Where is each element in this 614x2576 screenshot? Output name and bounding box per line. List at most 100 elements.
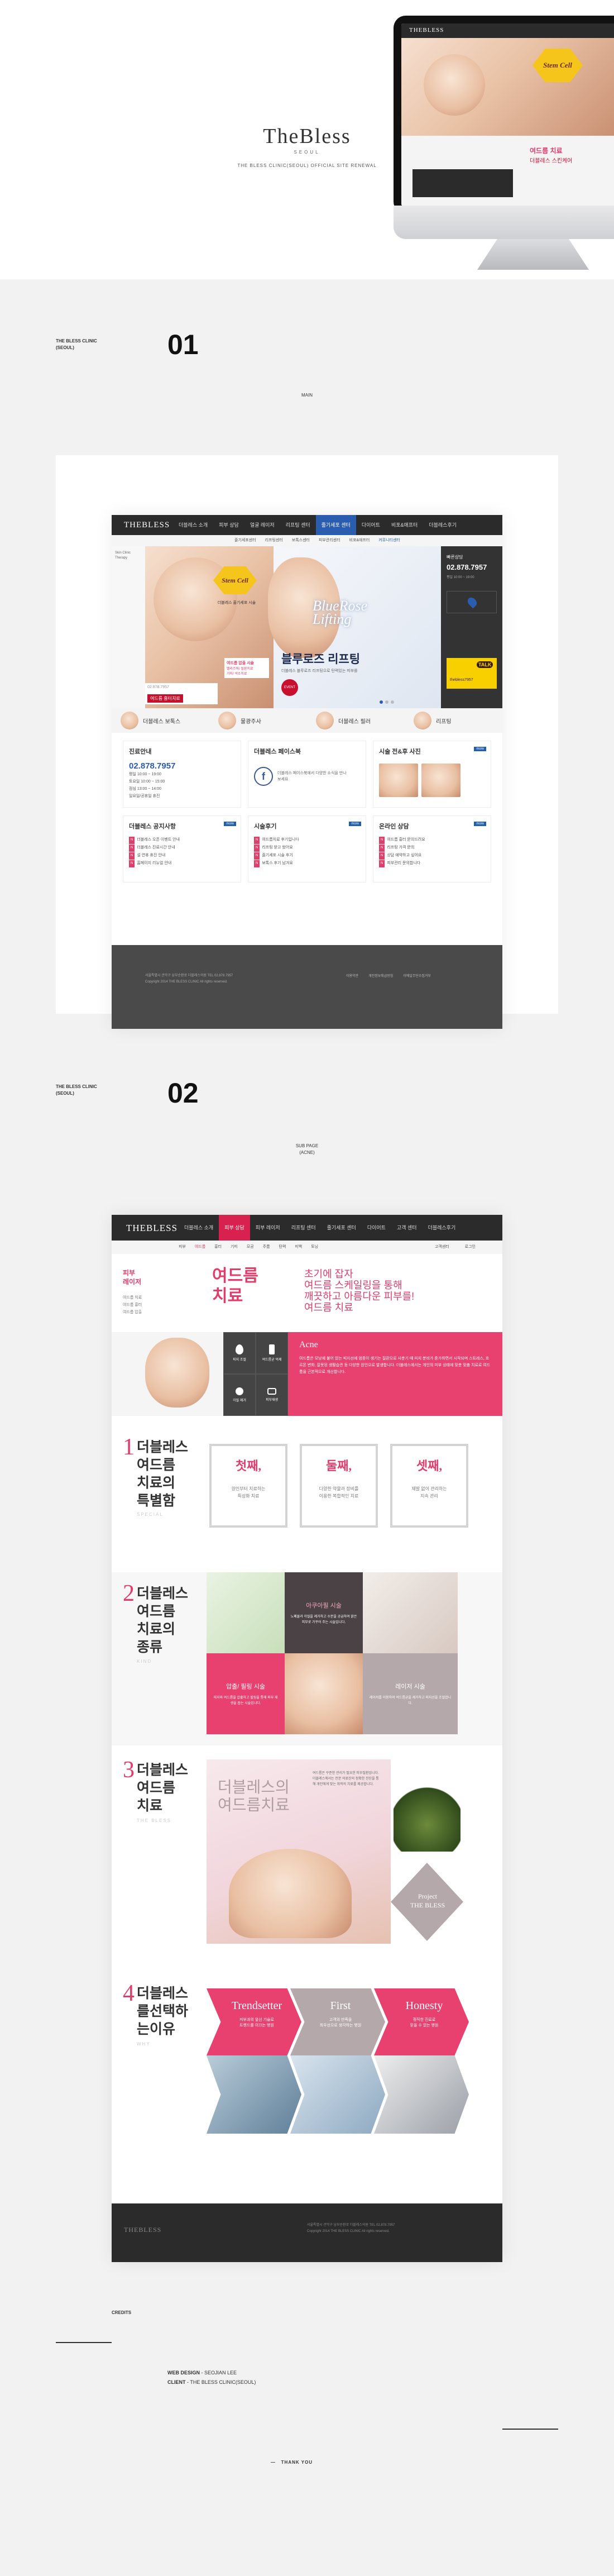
review-item[interactable]: N 보톡스 후기 남겨요 xyxy=(254,860,360,867)
review-item[interactable]: N 줄기세포 시술 후기 xyxy=(254,852,360,860)
step1-item-word: 셋째, xyxy=(416,1459,442,1473)
sub-left-menu-item[interactable]: 여드름 치료 xyxy=(123,1294,167,1301)
review-item[interactable]: N 리프팅 받고 왔어요 xyxy=(254,844,360,852)
facebook-row[interactable]: f 더블레스 페이스북에서 다양한 소식을 만나보세요 xyxy=(254,767,360,786)
sub-page-title: 여드름 치료 xyxy=(212,1266,258,1306)
main-nav-item-1[interactable]: 피부 상담 xyxy=(213,515,244,535)
sub-nav-item-3[interactable]: 리프팅 센터 xyxy=(286,1215,322,1241)
monitor-mockup: THEBLESS Stem Cell 여드름 치료 더블레스 스킨케어 xyxy=(394,16,614,278)
main-subnav-item[interactable]: 줄기세포센터 xyxy=(234,538,256,542)
login-link[interactable]: 로그인 xyxy=(465,1245,476,1249)
main-promo-box: 여드름 압출 시술 멜라즈마/ 질환치료 기미/ 색소치료 xyxy=(224,658,269,678)
step2-tile-b: 압출/ 필링 시술 피지와 여드름을 압출하고 필링을 통해 피부 재생을 돕는… xyxy=(207,1653,285,1734)
sub-intro-line: 여드름 치료 xyxy=(304,1302,353,1313)
sub-site-mockup: THEBLESS 더블레스 소개 피부 상담 피부 레이저 리프팅 센터 줄기세… xyxy=(112,1215,502,2262)
before-after-panel: 시술 전&후 사진 more xyxy=(373,741,491,808)
sub-subnav-item[interactable]: 기미 xyxy=(231,1245,238,1249)
carousel-dot[interactable] xyxy=(391,700,394,704)
step1-item-text: 다양한 약물과 장비를 이용한 복합적인 치료 xyxy=(319,1486,359,1499)
hero-tagline: THE BLESS CLINIC(SEOUL) OFFICIAL SITE RE… xyxy=(237,163,377,168)
before-image[interactable] xyxy=(379,764,418,797)
sub-left-menu-item[interactable]: 여드름 흉터 xyxy=(123,1301,167,1309)
sub-nav-item-2[interactable]: 피부 레이저 xyxy=(250,1215,286,1241)
footer-link[interactable]: 이용약관 xyxy=(346,973,358,978)
carousel-dot[interactable] xyxy=(380,700,383,704)
main-subnav-item[interactable]: 커뮤니티센터 xyxy=(378,538,400,542)
main-subnav-item[interactable]: 보톡스센터 xyxy=(292,538,310,542)
main-nav-item-5[interactable]: 다이어트 xyxy=(356,515,386,535)
main-subnav-item[interactable]: 피부관리센터 xyxy=(319,538,340,542)
sub-subnav-item[interactable]: 미백 xyxy=(295,1245,302,1249)
skin-icon xyxy=(267,1388,276,1395)
main-nav-item-3[interactable]: 리프팅 센터 xyxy=(280,515,316,535)
review-more-button[interactable]: more xyxy=(349,822,361,826)
before-after-title: 시술 전&후 사진 xyxy=(379,748,421,755)
sub-left-menu-item[interactable]: 여드름 압출 xyxy=(123,1309,167,1316)
sub-nav-item-6[interactable]: 고객 센터 xyxy=(391,1215,423,1241)
notice-item[interactable]: N설 연휴 휴진 안내 xyxy=(129,852,235,860)
main-event-badge[interactable]: EVENT xyxy=(281,679,298,696)
main-promo-red[interactable]: 여드름 흉터치료 xyxy=(147,694,183,703)
section2-label: SUB PAGE (ACNE) xyxy=(285,1143,329,1156)
notice-item[interactable]: N 더블레스 오픈 이벤트 안내 xyxy=(129,836,235,844)
main-nav-item-7[interactable]: 더블레스후기 xyxy=(423,515,462,535)
before-after-more-button[interactable]: more xyxy=(474,747,486,751)
sub-subnav-item[interactable]: 탄력 xyxy=(279,1245,286,1249)
main-subnav-item[interactable]: 리프팅센터 xyxy=(265,538,283,542)
review-item[interactable]: N 여드름치료 후기입니다 xyxy=(254,836,360,844)
sub-nav-item-4[interactable]: 줄기세포 센터 xyxy=(322,1215,362,1241)
quick-link[interactable]: 물광주사 xyxy=(209,708,307,733)
main-right-panel: 빠른상담 02.878.7957 평일 10:00 ~ 19:00 TALK t… xyxy=(441,546,502,708)
sub-subnav-item[interactable]: 모공 xyxy=(247,1245,254,1249)
sub-subnav-item[interactable]: 토닝 xyxy=(311,1245,318,1249)
main-kakao-box[interactable]: TALK thebless7957 xyxy=(447,658,497,689)
consult-item[interactable]: N 여드름 흉터 문의드려요 xyxy=(379,836,485,844)
sub-subnav-item[interactable]: 주름 xyxy=(263,1245,270,1249)
section2-side-label: THE BLESS CLINIC (SEOUL) xyxy=(56,1084,97,1097)
sub-subnav-item[interactable]: 피부 xyxy=(179,1245,186,1249)
main-nav-item-4[interactable]: 줄기세포 센터 xyxy=(315,515,356,535)
step1-item-word: 첫째, xyxy=(236,1459,261,1473)
step2-tile-text: 피지와 여드름을 압출하고 필링을 통해 피부 재생을 돕는 시술입니다. xyxy=(213,1696,278,1705)
photo-syringe xyxy=(374,2055,469,2134)
step2-number: 2 xyxy=(123,1581,135,1606)
sub-logo[interactable]: THEBLESS xyxy=(126,1223,178,1234)
sub-subnav-item[interactable]: 여드름 xyxy=(195,1245,205,1249)
step2-caption: KIND xyxy=(137,1659,152,1664)
quick-link-thumb xyxy=(316,712,334,729)
consult-item[interactable]: N 상담 예약하고 싶어요 xyxy=(379,852,485,860)
carousel-dot[interactable] xyxy=(385,700,388,704)
review-title: 시술후기 xyxy=(254,823,277,830)
footer-link[interactable]: 이메일무단수집거부 xyxy=(403,973,431,978)
main-nav-item-0[interactable]: 더블레스 소개 xyxy=(173,515,213,535)
consult-more-button[interactable]: more xyxy=(474,822,486,826)
sub-subnav-item[interactable]: 흉터 xyxy=(214,1245,222,1249)
sub-nav-item-1[interactable]: 피부 상담 xyxy=(219,1215,250,1241)
section1-side-label: THE BLESS CLINIC (SEOUL) xyxy=(56,338,97,351)
consult-item[interactable]: N 리프팅 가격 문의 xyxy=(379,844,485,852)
sub-nav-item-0[interactable]: 더블레스 소개 xyxy=(179,1215,219,1241)
step2-tile-title: 아쿠아필 시술 xyxy=(306,1602,342,1609)
sub-nav-item-5[interactable]: 다이어트 xyxy=(362,1215,391,1241)
step4-number: 4 xyxy=(123,1981,135,2006)
quick-link-label: 리프팅 xyxy=(436,718,452,725)
main-logo[interactable]: THEBLESS xyxy=(124,521,170,530)
main-right-panel-map[interactable] xyxy=(447,591,497,613)
main-nav-item-2[interactable]: 얼굴 레이저 xyxy=(244,515,280,535)
after-image[interactable] xyxy=(421,764,461,797)
sub-nav-item-7[interactable]: 더블레스후기 xyxy=(423,1215,462,1241)
footer-link[interactable]: 개인정보취급방침 xyxy=(368,973,393,978)
sub-footer-text: 서울특별시 관악구 남부순환로 더블레스의원 TEL 02.878.7957 C… xyxy=(307,2222,395,2235)
notice-more-button[interactable]: more xyxy=(224,822,236,826)
main-subnav-item[interactable]: 비포&애프터 xyxy=(349,538,370,542)
customer-center-link[interactable]: 고객센터 xyxy=(435,1245,449,1249)
step2-tile-text: 레이저를 이용하여 여드름균을 제거하고 피지선을 조절합니다. xyxy=(369,1696,452,1705)
consult-item[interactable]: N 피부관리 문의합니다 xyxy=(379,860,485,867)
step1-items: 첫째, 원인부터 치료하는 특성화 치료 둘째, 다양한 약물과 장비를 이용한 복… xyxy=(209,1444,468,1528)
quick-link[interactable]: 더블레스 필러 xyxy=(307,708,405,733)
quick-link[interactable]: 더블레스 보톡스 xyxy=(112,708,209,733)
quick-link[interactable]: 리프팅 xyxy=(405,708,502,733)
notice-item[interactable]: N 홈페이지 리뉴얼 안내 xyxy=(129,860,235,867)
notice-item[interactable]: N 더블레스 진료시간 안내 xyxy=(129,844,235,852)
main-nav-item-6[interactable]: 비포&애프터 xyxy=(386,515,423,535)
